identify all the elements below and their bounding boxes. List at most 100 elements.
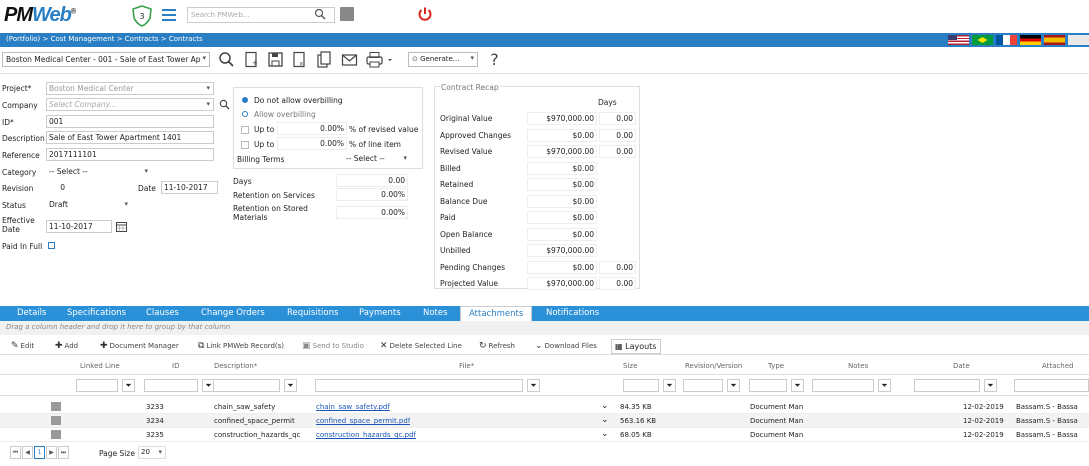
date-field[interactable]: 11-10-2017 [161,181,218,194]
retention-services-field[interactable]: 0.00% [336,188,408,201]
tab-clauses[interactable]: Clauses [146,308,179,318]
filter-revision[interactable] [683,379,723,392]
cell-file[interactable]: confined_space_permit.pdf [316,417,410,425]
first-page-icon[interactable]: ⏮ [10,446,21,459]
filter-icon[interactable]: ⏷ [663,379,676,392]
filter-icon[interactable]: ⏷ [878,379,891,392]
col-id[interactable]: ID [172,362,179,370]
col-revision[interactable]: Revision/Version [685,362,742,370]
chevron-down-icon[interactable]: ⌄ [601,415,609,425]
prev-page-icon[interactable]: ◀ [22,446,33,459]
reference-field[interactable]: 2017111101 [46,148,214,161]
search-input[interactable]: Search PMWeb... [187,7,335,23]
download-files-button[interactable]: ⌄ Download Files [535,341,597,351]
last-page-icon[interactable]: ⏭ [58,446,69,459]
calendar-icon[interactable] [116,221,127,232]
filter-icon[interactable]: ⏷ [122,379,135,392]
power-icon[interactable] [417,6,433,22]
paid-in-full-checkbox[interactable] [48,242,55,249]
current-page[interactable]: 1 [34,446,45,459]
no-overbilling-radio[interactable] [242,97,248,103]
col-linked-line[interactable]: Linked Line [80,362,120,370]
help-icon[interactable]: ? [486,51,503,68]
search-record-icon[interactable] [218,51,235,68]
days-field[interactable]: 0.00 [336,174,408,187]
upto-line-field[interactable]: 0.00% [277,137,347,150]
table-row[interactable]: 3233 chain_saw_safety chain_saw_safety.pdf… [0,400,1089,414]
filter-attached[interactable] [1014,379,1089,392]
document-manager-button[interactable]: ✚ Document Manager [100,341,179,351]
filter-icon[interactable]: ⏷ [727,379,740,392]
send-to-studio-button[interactable]: ▣ Send to Studio [302,341,364,351]
br-flag-icon[interactable] [972,35,993,45]
link-record-button[interactable]: ⧉ Link PMWeb Record(s) [198,341,284,351]
pmweb-logo[interactable]: PMWeb® [4,4,76,27]
chevron-down-icon[interactable]: ⌄ [601,401,609,411]
filter-icon[interactable]: ⏷ [791,379,804,392]
col-date[interactable]: Date [953,362,970,370]
filter-linked-line[interactable] [76,379,118,392]
copy-icon[interactable] [316,51,333,68]
filter-id[interactable] [144,379,198,392]
fr-flag-icon[interactable] [996,35,1017,45]
upto-revised-checkbox[interactable] [241,126,249,134]
allow-overbilling-radio[interactable] [242,111,248,117]
page-size-select[interactable]: 20 ▾ [138,446,166,459]
filter-file[interactable] [315,379,523,392]
tab-requisitions[interactable]: Requisitions [287,308,338,318]
delete-document-icon[interactable]: x [291,51,308,68]
filter-icon[interactable]: ⏷ [527,379,540,392]
tab-details[interactable]: Details [17,308,46,318]
id-field[interactable]: 001 [46,115,214,128]
refresh-button[interactable]: ↻ Refresh [479,341,515,351]
retention-stored-field[interactable]: 0.00% [336,206,408,219]
layouts-button[interactable]: ▦ Layouts [611,339,661,354]
tab-attachments[interactable]: Attachments [460,306,533,321]
tab-specifications[interactable]: Specifications [67,308,126,318]
upto-line-checkbox[interactable] [241,141,249,149]
revision-field[interactable]: 0 [46,181,70,194]
filter-notes[interactable] [812,379,874,392]
status-select[interactable]: Draft ▾ [46,198,132,211]
record-selector[interactable]: Boston Medical Center - 001 - Sale of Ea… [2,52,210,67]
save-icon[interactable] [267,51,284,68]
col-type[interactable]: Type [768,362,784,370]
filter-size[interactable] [623,379,659,392]
tab-notes[interactable]: Notes [423,308,448,318]
tab-notifications[interactable]: Notifications [546,308,599,318]
add-button[interactable]: ✚ Add [55,341,78,351]
filter-type[interactable] [749,379,787,392]
es-flag-icon[interactable] [1044,35,1065,45]
upto-revised-field[interactable]: 0.00% [277,122,347,135]
effective-date-field[interactable]: 11-10-2017 [46,220,112,233]
company-select[interactable]: Select Company... ▾ [46,98,214,111]
email-icon[interactable] [341,51,358,68]
description-field[interactable]: Sale of East Tower Apartment 1401 [46,131,214,144]
print-icon[interactable] [366,51,396,68]
project-field[interactable]: Boston Medical Center ▾ [46,82,214,95]
tab-payments[interactable]: Payments [359,308,401,318]
new-document-icon[interactable]: + [243,51,260,68]
menu-icon[interactable] [162,9,176,21]
edit-button[interactable]: ✎ Edit [11,341,34,351]
extra-flag-icon[interactable] [1068,35,1089,45]
filter-icon[interactable]: ⏷ [984,379,997,392]
next-page-icon[interactable]: ▶ [46,446,57,459]
us-flag-icon[interactable] [948,35,969,45]
de-flag-icon[interactable] [1020,35,1041,45]
cell-file[interactable]: chain_saw_safety.pdf [316,403,390,411]
billing-terms-select[interactable]: -- Select -- ▾ [343,152,411,165]
col-size[interactable]: Size [623,362,637,370]
filter-date[interactable] [914,379,980,392]
cell-file[interactable]: construction_hazards_qc.pdf [316,431,416,439]
chevron-down-icon[interactable]: ⌄ [601,429,609,439]
filter-description[interactable] [213,379,280,392]
generate-button[interactable]: ⊙ Generate... ▾ [408,52,478,67]
col-file[interactable]: File* [459,362,474,370]
table-row[interactable]: 3234 confined_space_permit confined_space_… [0,414,1089,428]
col-attached[interactable]: Attached [1042,362,1073,370]
category-select[interactable]: -- Select -- ▾ [46,165,152,178]
delete-line-button[interactable]: ✕ Delete Selected Line [380,341,462,351]
search-icon[interactable] [314,8,326,20]
film-icon[interactable] [340,7,354,21]
